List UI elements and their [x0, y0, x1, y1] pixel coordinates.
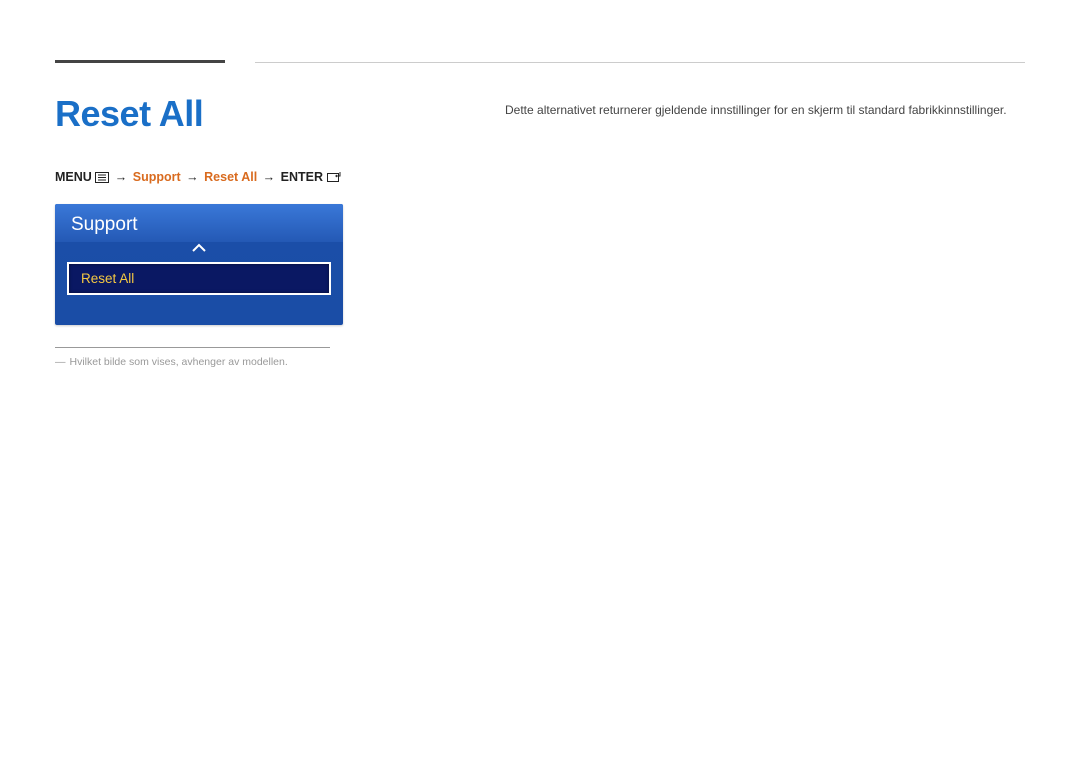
header-accent-bar	[55, 60, 225, 63]
breadcrumb-enter-label: ENTER	[281, 170, 323, 184]
breadcrumb-reset-all: Reset All	[204, 170, 257, 184]
breadcrumb-support: Support	[133, 170, 181, 184]
enter-icon	[327, 171, 343, 186]
osd-item-reset-all[interactable]: Reset All	[67, 262, 331, 295]
breadcrumb-arrow: →	[263, 170, 276, 184]
breadcrumb-arrow: →	[186, 170, 199, 184]
footnote-rule	[55, 347, 330, 348]
menu-icon	[95, 172, 109, 186]
breadcrumb-menu-label: MENU	[55, 170, 92, 184]
section-title: Reset All	[55, 93, 465, 135]
osd-panel: Support Reset All	[55, 204, 343, 325]
description-text: Dette alternativet returnerer gjeldende …	[505, 101, 1025, 119]
chevron-up-icon	[191, 242, 207, 254]
breadcrumb-arrow: →	[115, 170, 128, 184]
scroll-up-button[interactable]	[55, 242, 343, 262]
osd-header: Support	[55, 204, 343, 242]
footnote: ― Hvilket bilde som vises, avhenger av mo…	[55, 356, 465, 368]
header-rule	[255, 62, 1025, 63]
footnote-dash: ―	[55, 356, 66, 368]
breadcrumb: MENU → Support → Reset All → ENTER	[55, 170, 465, 186]
footnote-text: Hvilket bilde som vises, avhenger av mod…	[70, 356, 288, 368]
